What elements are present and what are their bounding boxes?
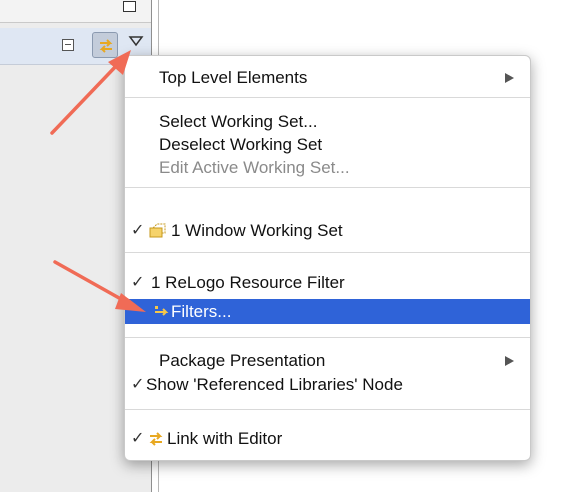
menu-item-filters[interactable]: Filters... [125,299,530,324]
menu-separator [125,409,530,410]
menu-item-label: Filters... [171,302,232,321]
menu-item-top-level-elements[interactable]: Top Level Elements [125,65,530,90]
check-mark-icon: ✓ [131,222,145,239]
maximize-icon[interactable] [123,1,136,12]
working-set-icon [149,223,166,238]
menu-separator [125,97,530,98]
check-mark-icon: ✓ [131,430,145,447]
menu-item-relogo-resource-filter[interactable]: ✓ 1 ReLogo Resource Filter [125,270,530,295]
menu-item-link-with-editor[interactable]: ✓ Link with Editor [125,426,530,451]
view-menu-dropdown: Top Level Elements Select Working Set...… [124,55,531,461]
menu-item-select-working-set[interactable]: Select Working Set... [125,109,530,134]
check-mark-icon: ✓ [131,376,145,393]
menu-item-deselect-working-set[interactable]: Deselect Working Set [125,132,530,157]
view-menu-chevron-icon[interactable] [128,34,144,48]
link-arrows-icon [149,432,163,446]
menu-item-label: Edit Active Working Set... [159,158,350,177]
menu-item-label: Deselect Working Set [159,135,323,154]
submenu-arrow-icon [505,356,514,366]
menu-item-label: Package Presentation [159,351,326,370]
collapse-all-icon[interactable] [62,39,74,51]
menu-item-label: Top Level Elements [159,68,308,87]
menu-item-label: Select Working Set... [159,112,318,131]
menu-separator [125,252,530,253]
view-title-strip [0,0,151,23]
menu-separator [125,337,530,338]
submenu-arrow-icon [505,73,514,83]
link-with-editor-button[interactable] [92,32,118,58]
menu-item-label: Link with Editor [167,429,283,448]
menu-item-window-working-set[interactable]: ✓ 1 Window Working Set [125,218,530,243]
menu-item-label: 1 Window Working Set [171,221,343,240]
menu-item-label: Show 'Referenced Libraries' Node [146,375,403,394]
link-arrows-icon [99,39,113,53]
menu-item-show-referenced-libraries[interactable]: ✓ Show 'Referenced Libraries' Node [125,372,530,397]
filter-icon [155,306,169,316]
check-mark-icon: ✓ [131,274,145,291]
menu-item-label: 1 ReLogo Resource Filter [151,273,345,292]
menu-item-package-presentation[interactable]: Package Presentation [125,348,530,373]
menu-separator [125,187,530,188]
menu-item-edit-active-working-set: Edit Active Working Set... [125,155,530,180]
